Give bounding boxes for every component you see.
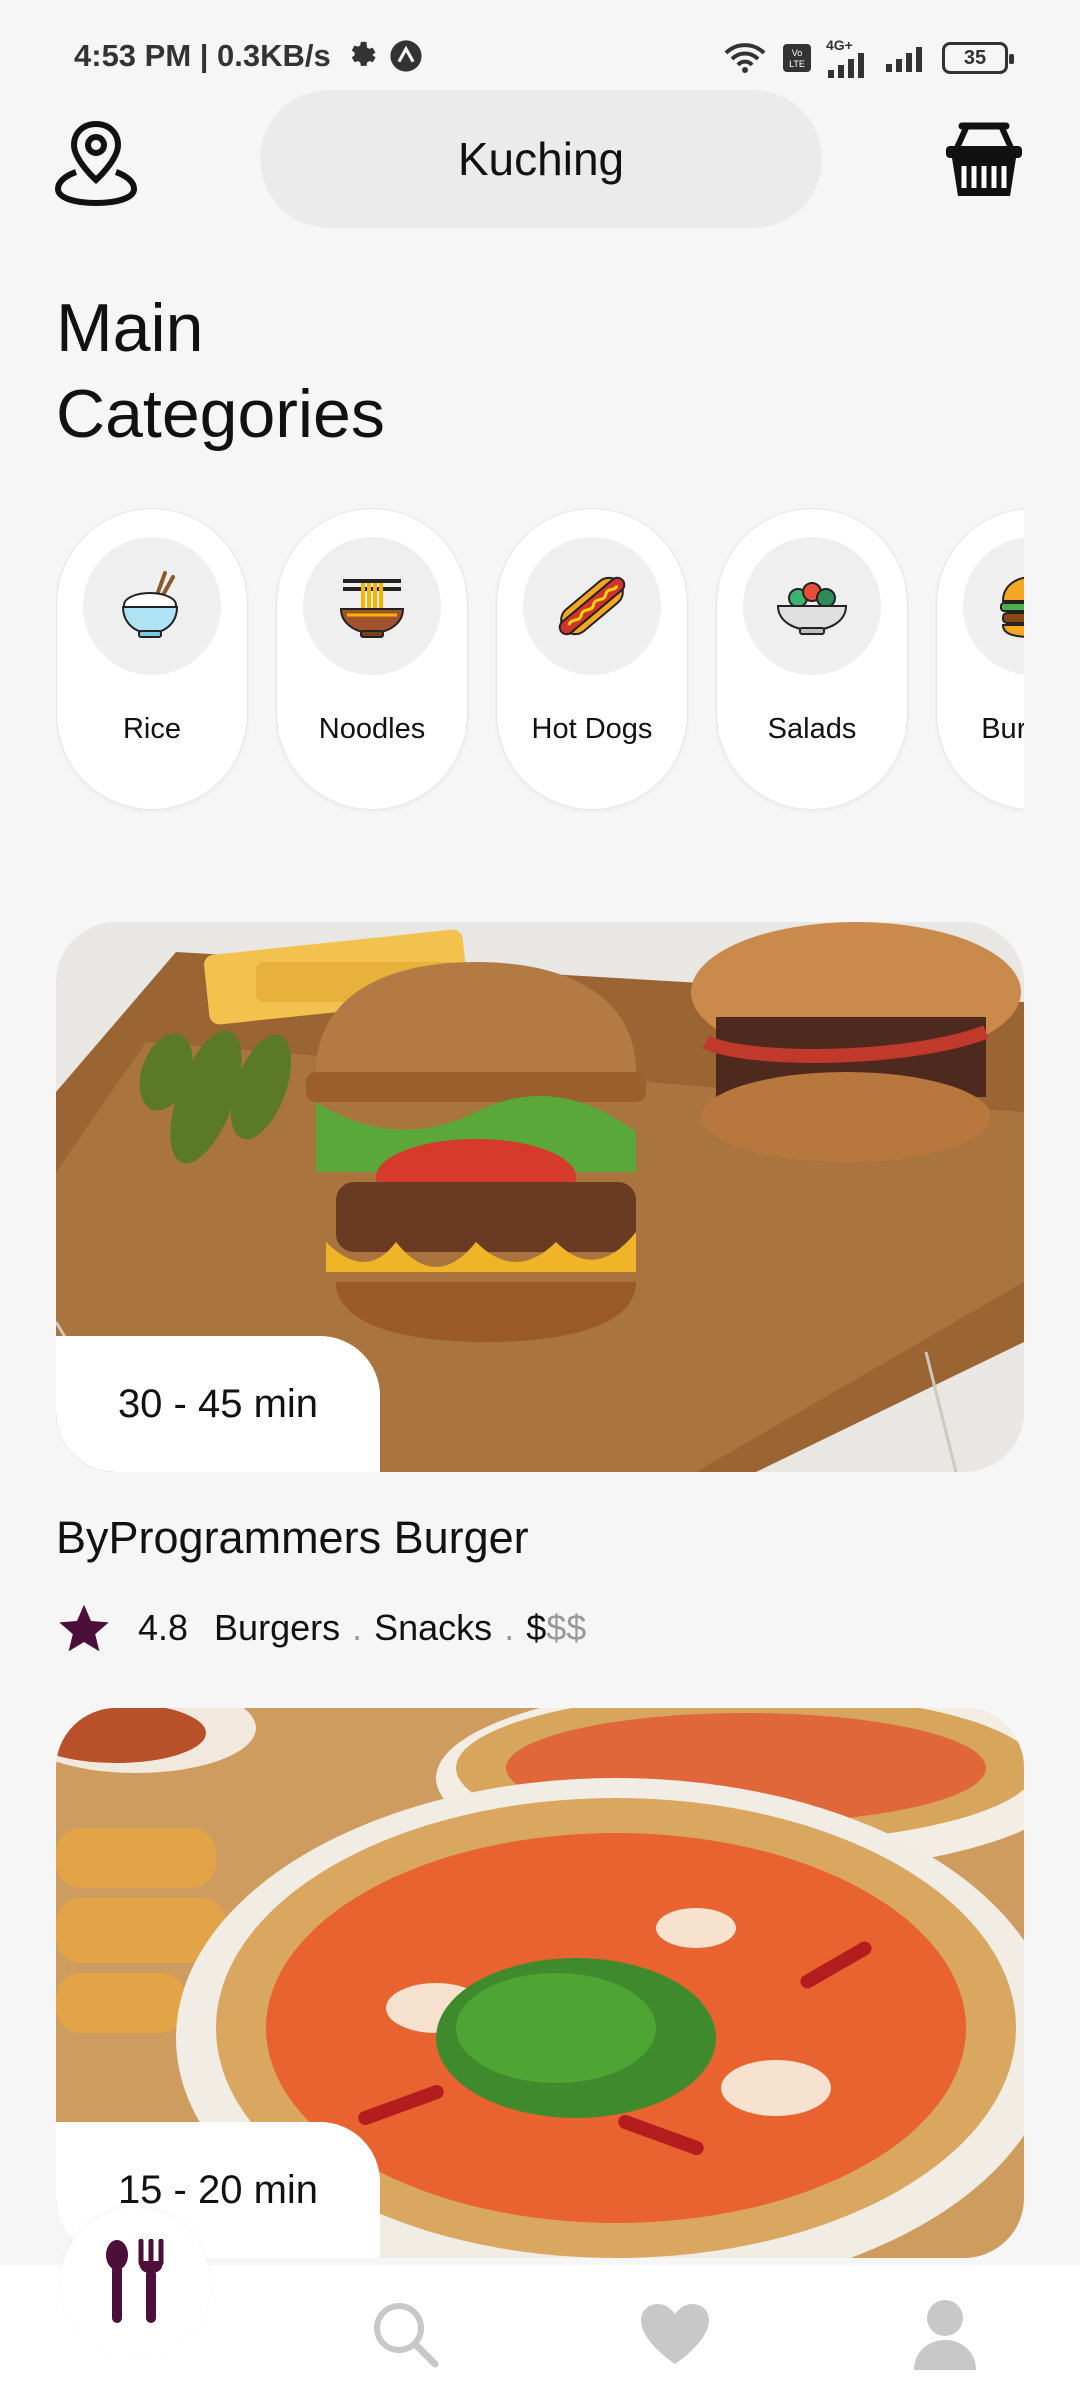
noodles-icon [339, 579, 405, 638]
restaurant-card[interactable]: 15 - 20 min [56, 1708, 1024, 2258]
category-icon-bg [743, 537, 881, 675]
restaurant-tag-1: Burgers [214, 1607, 341, 1648]
category-salads[interactable]: Salads [716, 508, 908, 810]
delivery-time-badge: 30 - 45 min [56, 1336, 380, 1472]
page-title: Main Categories [56, 285, 385, 457]
app-notification-icon [390, 40, 422, 72]
restaurant-rating: 4.8 [138, 1607, 189, 1648]
page-title-line2: Categories [56, 376, 385, 452]
search-icon [374, 2303, 439, 2368]
price-level-active: $ [526, 1607, 547, 1648]
wifi-icon [724, 43, 766, 73]
heart-icon [641, 2304, 709, 2364]
meta-separator: . [504, 1607, 515, 1648]
network-type: 4G+ [826, 37, 853, 53]
restaurant-card[interactable]: 30 - 45 min ByProgrammers Burger 4.8 Bur… [56, 922, 1024, 1656]
restaurant-image[interactable]: 15 - 20 min [56, 1708, 1024, 2258]
nav-favourites[interactable] [630, 2289, 720, 2379]
battery-level: 35 [963, 46, 987, 69]
svg-text:LTE: LTE [789, 59, 805, 69]
volte-icon: VoLTE [783, 44, 811, 72]
hot-dog-icon [558, 576, 626, 636]
status-time: 4:53 PM | 0.3KB/s [74, 38, 331, 73]
delivery-time: 15 - 20 min [117, 2167, 319, 2212]
battery-icon: 35 [942, 42, 1014, 74]
location-search-pill[interactable]: Kuching [260, 90, 822, 228]
nav-search[interactable] [360, 2289, 450, 2379]
cutlery-icon [106, 2239, 164, 2323]
nav-profile[interactable] [900, 2289, 990, 2379]
category-icon-bg [83, 537, 221, 675]
price-level-inactive: $$ [546, 1607, 587, 1648]
star-icon [59, 1604, 109, 1652]
category-label: Noodles [318, 713, 426, 745]
header: Kuching [0, 90, 1080, 230]
location-label: Kuching [457, 133, 625, 185]
delivery-time: 30 - 45 min [117, 1381, 319, 1426]
category-hot-dogs[interactable]: Hot Dogs [496, 508, 688, 810]
salad-icon [776, 582, 848, 635]
category-burgers[interactable]: Burgers [936, 508, 1024, 810]
category-icon-bg [963, 537, 1024, 675]
signal-bars-icon-2 [886, 47, 922, 72]
category-label: Rice [122, 713, 181, 745]
category-rice[interactable]: Rice [56, 508, 248, 810]
map-pin-icon [54, 120, 138, 207]
restaurant-tag-2: Snacks [374, 1607, 493, 1648]
category-label: Salads [767, 713, 857, 745]
location-button[interactable] [52, 118, 140, 208]
burger-icon [1000, 576, 1024, 638]
nav-home-button[interactable] [60, 2208, 210, 2358]
page-title-line1: Main [56, 290, 204, 366]
category-icon-bg [523, 537, 661, 675]
bottom-nav [0, 2208, 1080, 2400]
signal-bars-icon [828, 53, 864, 78]
restaurant-meta: 4.8 Burgers . Snacks . $ $$ [56, 1600, 1024, 1656]
rice-bowl-icon [121, 571, 179, 638]
restaurant-image[interactable]: 30 - 45 min [56, 922, 1024, 1472]
settings-gear-icon [351, 41, 376, 66]
cellular-signal-1: 4G+ [826, 38, 870, 78]
category-icon-bg [303, 537, 441, 675]
cart-button[interactable] [942, 116, 1026, 200]
category-list[interactable]: Rice Noodles Hot Dogs Salads Bur [56, 508, 1024, 814]
restaurant-name[interactable]: ByProgrammers Burger [56, 1512, 1024, 1564]
category-label: Burgers [981, 713, 1024, 745]
user-icon [914, 2300, 976, 2370]
meta-separator: . [352, 1607, 363, 1648]
basket-icon [946, 122, 1022, 196]
category-noodles[interactable]: Noodles [276, 508, 468, 810]
category-label: Hot Dogs [531, 713, 653, 745]
svg-text:Vo: Vo [792, 48, 803, 58]
